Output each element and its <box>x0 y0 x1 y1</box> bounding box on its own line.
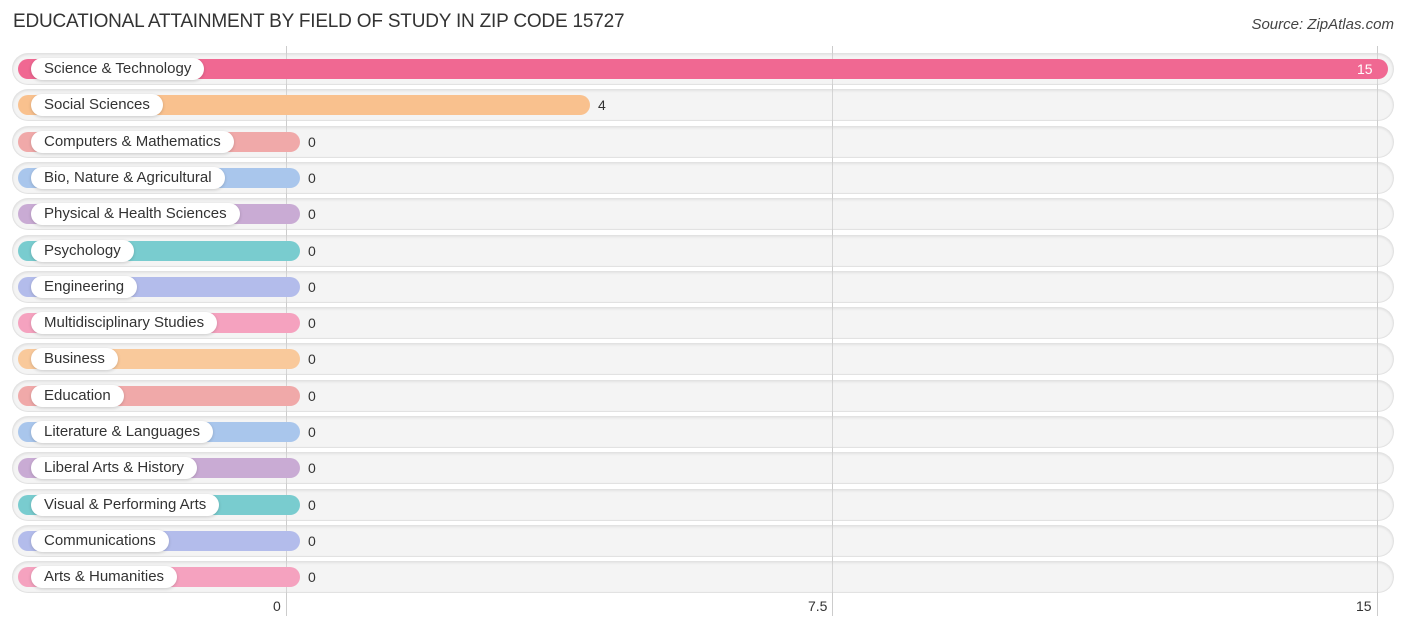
category-label: Bio, Nature & Agricultural <box>31 167 225 189</box>
value-label: 0 <box>308 497 316 513</box>
x-tick-label: 7.5 <box>808 598 828 614</box>
value-label: 0 <box>308 134 316 150</box>
category-label: Science & Technology <box>31 58 205 80</box>
value-label: 4 <box>598 97 606 113</box>
value-label: 0 <box>308 243 316 259</box>
category-label: Social Sciences <box>31 94 163 116</box>
value-label: 0 <box>308 460 316 476</box>
category-label: Psychology <box>31 240 134 262</box>
category-label: Visual & Performing Arts <box>31 494 220 516</box>
category-label: Liberal Arts & History <box>31 457 198 479</box>
value-label: 0 <box>308 279 316 295</box>
category-label: Multidisciplinary Studies <box>31 312 218 334</box>
value-label: 0 <box>308 206 316 222</box>
category-label: Education <box>31 385 124 407</box>
value-label: 0 <box>308 351 316 367</box>
category-label: Communications <box>31 530 169 552</box>
value-label: 0 <box>308 315 316 331</box>
value-label: 0 <box>308 533 316 549</box>
value-label: 0 <box>308 424 316 440</box>
value-label: 15 <box>1357 61 1373 77</box>
bar <box>18 59 1388 79</box>
value-label: 0 <box>308 388 316 404</box>
category-label: Business <box>31 348 118 370</box>
category-label: Arts & Humanities <box>31 566 178 588</box>
category-label: Computers & Mathematics <box>31 131 234 153</box>
x-tick-label: 0 <box>273 598 281 614</box>
bar-chart: Science & Technology 15 Social Sciences 4 Co… <box>0 0 1406 631</box>
value-label: 0 <box>308 170 316 186</box>
category-label: Literature & Languages <box>31 421 213 443</box>
value-label: 0 <box>308 569 316 585</box>
x-tick-label: 15 <box>1356 598 1372 614</box>
gridline <box>832 46 833 616</box>
category-label: Physical & Health Sciences <box>31 203 240 225</box>
category-label: Engineering <box>31 276 138 298</box>
gridline <box>1377 46 1378 616</box>
